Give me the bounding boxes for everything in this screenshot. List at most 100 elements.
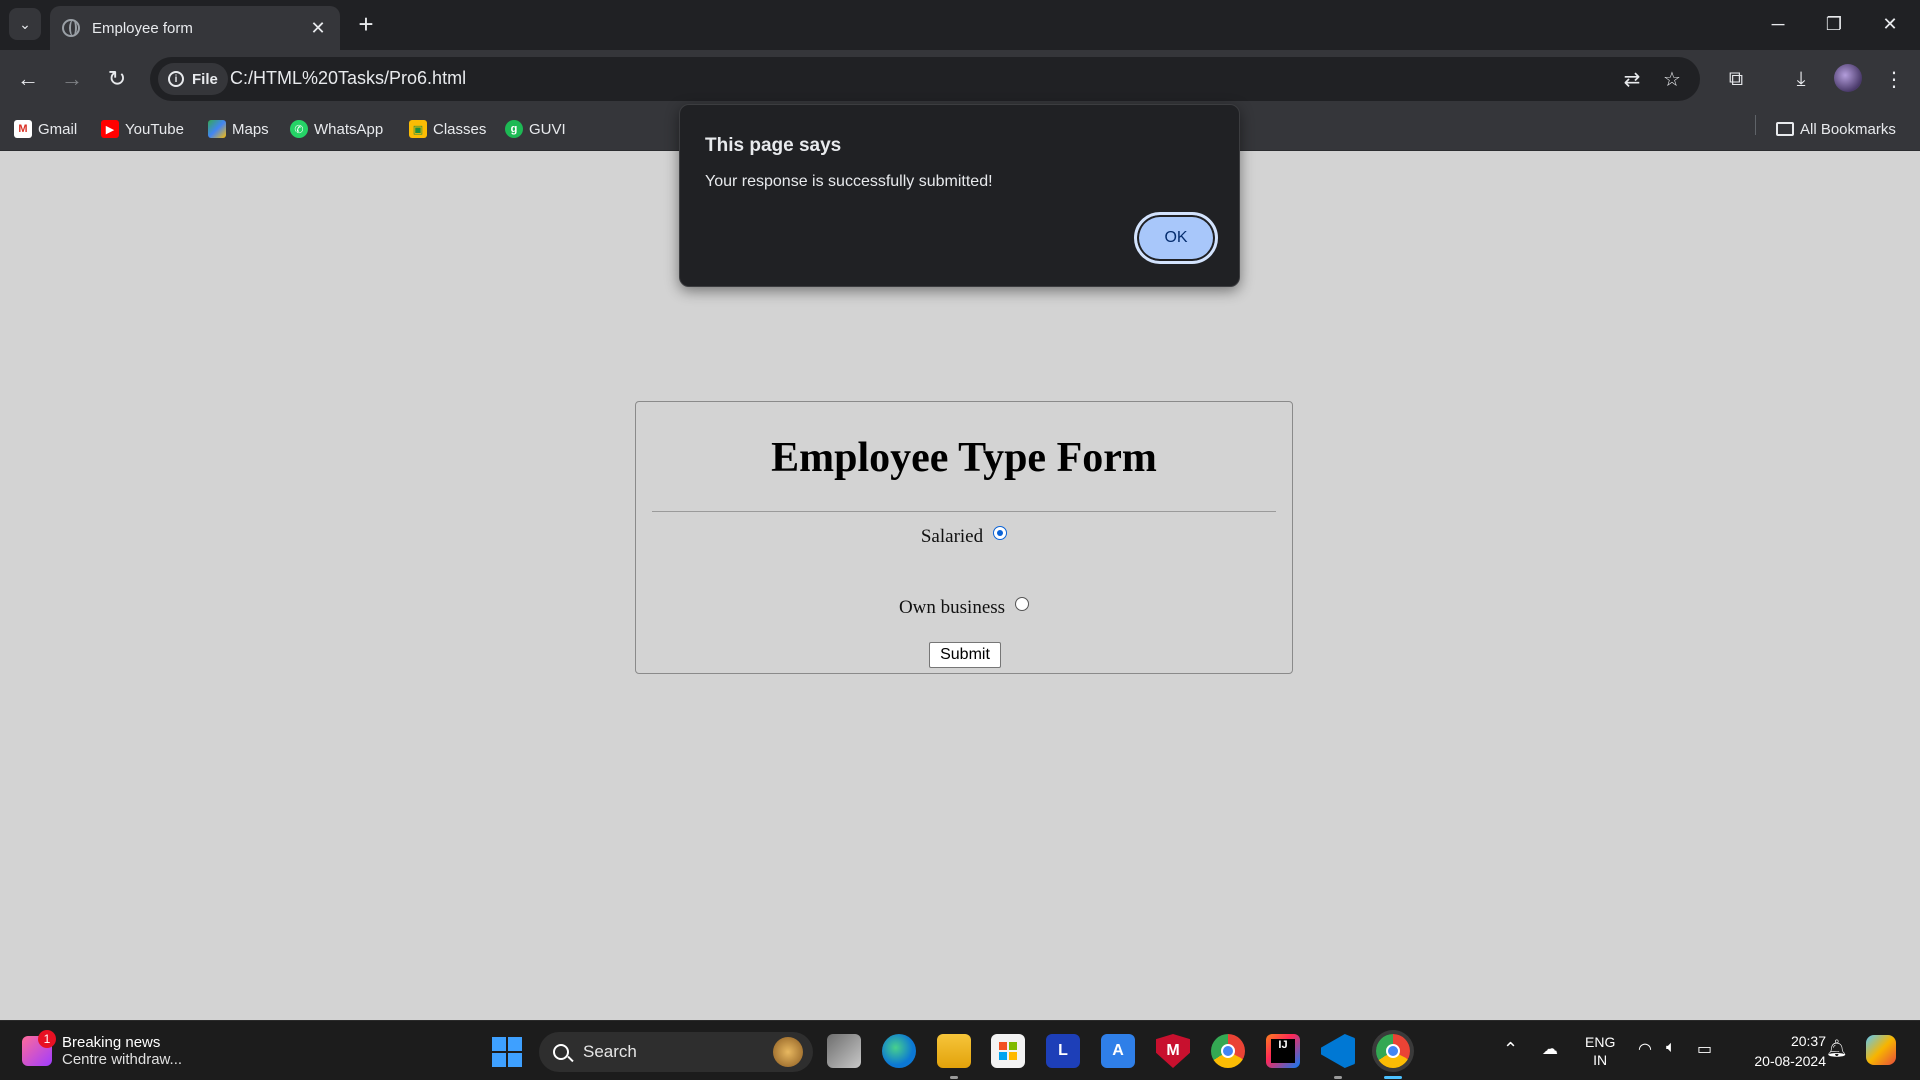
bookmark-label: Gmail [38,120,78,138]
chrome-profile-icon[interactable] [1376,1034,1410,1068]
notification-bell-icon[interactable]: 🔔︎ [1826,1039,1848,1059]
forward-arrow-icon[interactable]: → [56,63,88,95]
search-icon [553,1044,569,1060]
microsoft-store-icon[interactable] [991,1034,1025,1068]
submit-button[interactable]: Submit [929,642,1001,668]
windows-taskbar: 1 Breaking news Centre withdraw... Searc… [0,1020,1920,1080]
option-own-business: Own business [636,597,1292,619]
reload-icon[interactable]: ↻ [101,63,133,95]
url-text[interactable]: C:/HTML%20Tasks/Pro6.html [230,68,466,89]
battery-icon[interactable]: ▭ [1697,1039,1712,1059]
bookmark-star-icon[interactable]: ☆ [1658,65,1686,93]
dialog-message: Your response is successfully submitted! [705,173,993,190]
file-explorer-icon[interactable] [937,1034,971,1068]
clock-date: 20-08-2024 [1754,1053,1826,1069]
profile-avatar[interactable] [1834,64,1862,92]
option-label: Own business [898,597,1006,618]
folder-icon [1776,122,1794,136]
all-bookmarks-button[interactable]: All Bookmarks [1776,117,1896,141]
bookmark-guvi[interactable]: g GUVI [505,117,566,141]
site-chip-label: File [192,70,218,88]
taskbar-search[interactable]: Search [539,1032,813,1072]
address-bar[interactable]: i File C:/HTML%20Tasks/Pro6.html ⇄ ☆ [150,57,1700,101]
bookmark-label: GUVI [529,120,566,138]
whatsapp-icon: ✆ [290,120,308,138]
mcafee-icon[interactable]: M [1156,1034,1190,1068]
wifi-icon[interactable]: ◠ [1638,1039,1652,1059]
option-salaried: Salaried [636,526,1292,548]
site-info-chip[interactable]: i File [158,63,228,95]
new-tab-button[interactable]: + [352,10,380,38]
bookmark-whatsapp[interactable]: ✆ WhatsApp [290,117,383,141]
bookmark-label: Classes [433,120,487,138]
volume-icon[interactable]: 🔈︎ [1666,1039,1676,1057]
employee-form: Employee Type Form Salaried Own business… [635,401,1293,674]
translate-icon[interactable]: ⇄ [1618,65,1646,93]
browser-toolbar: ← → ↻ i File C:/HTML%20Tasks/Pro6.html ⇄… [0,50,1920,108]
bookmark-gmail[interactable]: M Gmail [14,117,77,141]
own-business-radio[interactable] [1015,597,1030,611]
task-view-icon[interactable] [827,1034,861,1068]
tab-strip: ⌄ Employee form ✕ + ─ ❐ ✕ [0,0,1920,50]
news-badge: 1 [38,1030,56,1048]
chevron-up-icon[interactable]: ⌃ [1503,1039,1518,1060]
restore-icon[interactable]: ❐ [1814,8,1854,40]
bookmark-label: Maps [232,120,269,138]
extensions-icon[interactable]: ⧉ [1720,63,1752,95]
bookmark-youtube[interactable]: ▶ YouTube [101,117,184,141]
file-explorer-indicator [950,1076,958,1079]
chrome-active-indicator [1384,1076,1402,1079]
bookmark-label: WhatsApp [314,120,384,138]
globe-icon [62,19,80,37]
news-widget[interactable]: 1 Breaking news Centre withdraw... [22,1030,182,1071]
youtube-icon: ▶ [101,120,119,138]
vscode-indicator [1334,1076,1342,1079]
back-arrow-icon[interactable]: ← [12,63,44,95]
news-title: Breaking news [62,1034,161,1051]
onedrive-icon[interactable]: ☁ [1542,1039,1558,1059]
all-bookmarks-label: All Bookmarks [1800,120,1896,138]
classroom-icon: ▣ [409,120,427,138]
maps-icon [208,120,226,138]
language-top: ENG [1585,1034,1616,1050]
tab-employee-form[interactable]: Employee form ✕ [50,6,340,50]
option-label: Salaried [920,526,984,547]
bookmarks-divider [1755,115,1756,135]
tab-search-chevron-icon[interactable]: ⌄ [9,8,41,40]
edge-icon[interactable] [882,1034,916,1068]
menu-dots-icon[interactable]: ⋮ [1878,63,1910,95]
news-subtitle: Centre withdraw... [62,1051,183,1068]
clock[interactable]: 20:37 20-08-2024 [1736,1031,1826,1071]
bookmark-maps[interactable]: Maps [208,117,269,141]
download-icon[interactable]: ⤓ [1785,63,1817,95]
clock-time: 20:37 [1790,1033,1826,1049]
info-icon: i [168,71,184,87]
bookmark-classes[interactable]: ▣ Classes [409,117,486,141]
chrome-icon[interactable] [1211,1034,1245,1068]
salaried-radio[interactable] [993,526,1008,540]
gmail-icon: M [14,120,32,138]
guvi-icon: g [505,120,523,138]
close-window-icon[interactable]: ✕ [1870,8,1910,40]
a-app-icon[interactable]: A [1101,1034,1135,1068]
tab-title: Employee form [92,19,193,37]
copilot-icon[interactable] [1866,1035,1896,1065]
intellij-icon[interactable]: IJ [1266,1034,1300,1068]
search-highlight-icon [773,1037,803,1067]
ok-button[interactable]: OK [1134,212,1218,264]
bookmark-label: YouTube [125,120,184,138]
language-indicator[interactable]: ENG IN [1585,1033,1615,1069]
minimize-icon[interactable]: ─ [1758,8,1798,40]
vscode-icon[interactable] [1321,1034,1355,1068]
form-divider [652,511,1276,512]
news-icon: 1 [22,1030,56,1066]
search-label: Search [583,1042,637,1061]
news-text: Breaking news Centre withdraw... [62,1034,182,1068]
start-windows-icon[interactable] [492,1037,522,1067]
dialog-title: This page says [705,135,842,156]
tab-close-icon[interactable]: ✕ [308,18,328,39]
l-app-icon[interactable]: L [1046,1034,1080,1068]
form-title: Employee Type Form [771,435,1157,481]
alert-dialog: This page says Your response is successf… [679,104,1240,287]
language-bottom: IN [1593,1052,1608,1068]
